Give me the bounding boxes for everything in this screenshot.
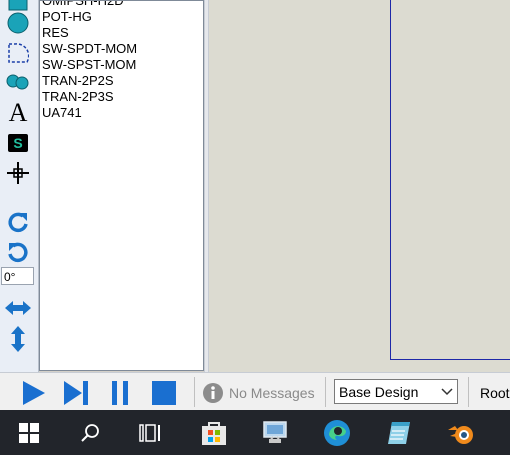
pc-app-button[interactable] xyxy=(257,416,293,450)
messages-indicator[interactable]: No Messages xyxy=(202,380,315,406)
step-icon xyxy=(64,381,88,405)
status-separator xyxy=(194,377,195,407)
windows-start-button[interactable] xyxy=(11,416,47,450)
messages-text: No Messages xyxy=(229,385,315,401)
store-icon xyxy=(202,422,226,445)
list-item[interactable]: SW-SPST-MOM xyxy=(42,57,137,73)
pause-button[interactable] xyxy=(106,380,134,406)
edge-browser-button[interactable] xyxy=(319,416,355,450)
blender-app-button[interactable] xyxy=(443,416,479,450)
status-separator xyxy=(325,377,326,407)
search-icon xyxy=(81,424,99,442)
flip-horizontal-icon xyxy=(5,301,31,315)
text-icon: A xyxy=(8,98,28,127)
chevron-down-icon xyxy=(437,387,457,396)
notepad-icon xyxy=(388,422,410,444)
stop-button[interactable] xyxy=(150,380,178,406)
status-separator xyxy=(468,377,469,407)
marker-tool-button[interactable] xyxy=(4,160,32,186)
play-icon xyxy=(23,381,45,405)
task-view-button[interactable] xyxy=(132,416,168,450)
list-item[interactable]: OMIPSH-H2D xyxy=(42,1,137,9)
flip-vertical-button[interactable] xyxy=(4,326,32,352)
symbol-glyph: S xyxy=(13,135,23,151)
windows-start-icon xyxy=(19,423,39,443)
stop-icon xyxy=(152,381,176,405)
symbol-icon: S xyxy=(8,134,28,152)
schematic-canvas[interactable] xyxy=(209,0,510,372)
list-item[interactable]: POT-HG xyxy=(42,9,137,25)
path-tool-button[interactable] xyxy=(4,69,32,95)
status-bar: No Messages Base Design Root xyxy=(0,372,510,410)
taskbar-search-button[interactable] xyxy=(72,416,108,450)
list-item[interactable]: UA741 xyxy=(42,105,137,121)
list-item[interactable]: TRAN-2P3S xyxy=(42,89,137,105)
list-item[interactable]: SW-SPDT-MOM xyxy=(42,41,137,57)
list-item[interactable]: TRAN-2P2S xyxy=(42,73,137,89)
pause-icon xyxy=(112,381,128,405)
rotate-clockwise-button[interactable] xyxy=(4,209,32,235)
flip-horizontal-button[interactable] xyxy=(4,295,32,321)
store-app-button[interactable] xyxy=(196,416,232,450)
arc-icon xyxy=(8,43,29,63)
rotate-anticlockwise-icon xyxy=(8,242,28,263)
drawing-toolbar: A S 0° xyxy=(0,0,39,372)
rotation-angle-field[interactable]: 0° xyxy=(1,267,34,285)
step-button[interactable] xyxy=(62,380,90,406)
notepad-app-button[interactable] xyxy=(381,416,417,450)
windows-taskbar xyxy=(0,410,510,455)
arc-tool-button[interactable] xyxy=(4,40,32,66)
pc-app-icon xyxy=(263,421,287,443)
marker-icon xyxy=(7,162,29,184)
play-button[interactable] xyxy=(19,380,47,406)
symbol-tool-button[interactable]: S xyxy=(4,130,32,156)
blender-icon xyxy=(448,426,473,444)
device-list-items: OMIPSH-H2D POT-HG RES SW-SPDT-MOM SW-SPS… xyxy=(42,1,137,121)
flip-vertical-icon xyxy=(11,326,25,352)
list-item[interactable]: RES xyxy=(42,25,137,41)
task-view-icon xyxy=(139,424,160,442)
rotate-clockwise-icon xyxy=(8,212,28,233)
circle-icon xyxy=(7,12,29,34)
edge-icon xyxy=(324,420,350,446)
info-icon xyxy=(203,383,223,403)
sheet-border xyxy=(390,0,510,360)
rotate-anticlockwise-button[interactable] xyxy=(4,239,32,265)
path-icon xyxy=(6,74,29,90)
design-layer-value: Base Design xyxy=(339,383,419,400)
device-selector-list[interactable]: OMIPSH-H2D POT-HG RES SW-SPDT-MOM SW-SPS… xyxy=(39,0,204,371)
text-tool-button[interactable]: A xyxy=(4,100,32,126)
root-sheet-label: Root xyxy=(480,385,510,401)
circle-tool-button[interactable] xyxy=(4,10,32,36)
design-layer-select[interactable]: Base Design xyxy=(334,379,458,404)
